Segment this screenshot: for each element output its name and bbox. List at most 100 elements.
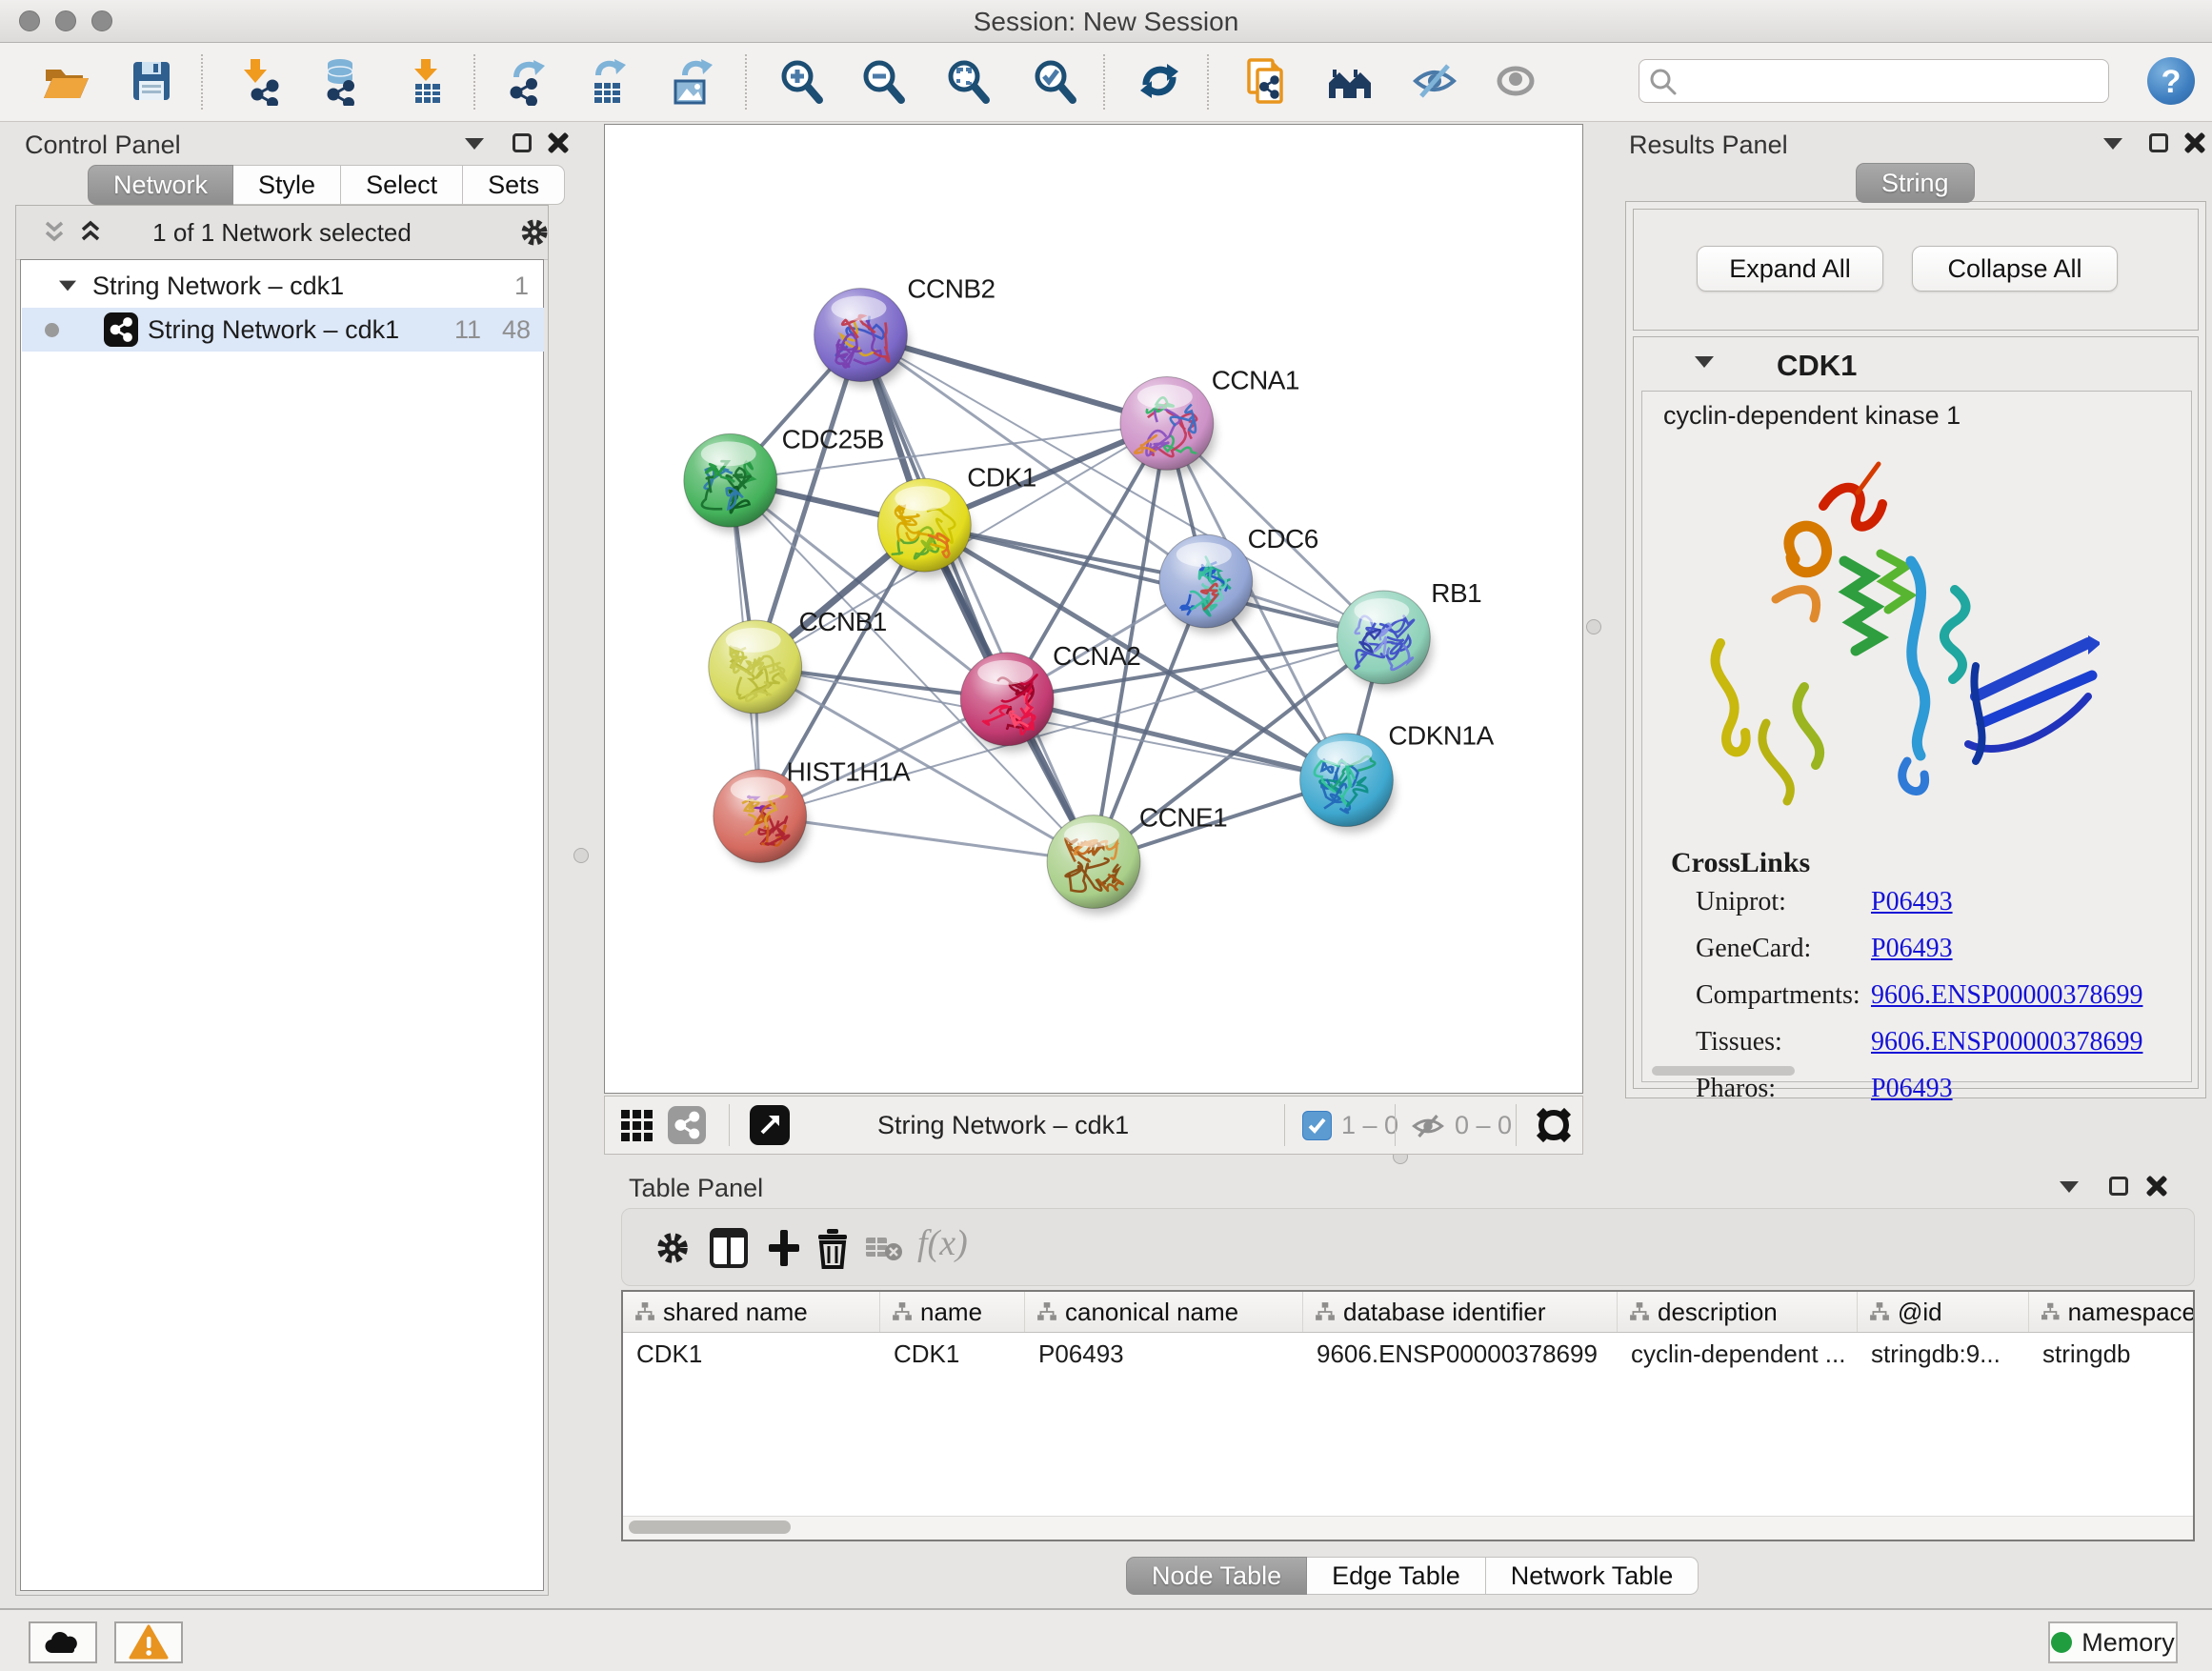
crosslink-link[interactable]: P06493 (1871, 1074, 1953, 1104)
memory-button[interactable]: Memory (2048, 1621, 2178, 1663)
toolbar-search-field[interactable] (1639, 59, 2109, 103)
control-panel-close-icon[interactable] (547, 131, 570, 154)
window-titlebar: Session: New Session (0, 0, 2212, 43)
node-table[interactable]: shared namenamecanonical namedatabase id… (621, 1290, 2195, 1541)
crosslink-row: Pharos:P06493 (1696, 1074, 2182, 1104)
table-panel-float-icon[interactable] (2109, 1177, 2128, 1196)
hide-selected-button[interactable] (1409, 56, 1460, 108)
zoom-fit-button[interactable] (942, 56, 994, 108)
result-entry-header[interactable]: CDK1 (1634, 337, 2198, 391)
graph-node-RB1[interactable]: RB1 (1337, 578, 1481, 690)
graph-node-CCNE1[interactable]: CCNE1 (1047, 803, 1227, 915)
graph-node-CCNA1[interactable]: CCNA1 (1120, 365, 1299, 475)
collapse-all-button[interactable]: Collapse All (1912, 246, 2118, 292)
zoom-out-button[interactable] (857, 56, 909, 108)
control-panel-collapse-icon[interactable] (465, 138, 484, 150)
results-panel-collapse-icon[interactable] (2103, 138, 2122, 150)
table-horizontal-scrollbar[interactable] (623, 1516, 2193, 1540)
export-table-to-file-button[interactable] (582, 56, 633, 108)
open-view-icon[interactable] (750, 1105, 790, 1145)
column-header-shared-name[interactable]: shared name (623, 1292, 880, 1332)
export-image-button[interactable] (667, 56, 718, 108)
graph-node-HIST1H1A[interactable]: HIST1H1A (714, 757, 911, 869)
tab-select[interactable]: Select (341, 165, 463, 205)
network-row-selected[interactable]: String Network – cdk1 11 48 (22, 308, 544, 352)
table-panel-collapse-icon[interactable] (2060, 1181, 2079, 1193)
network-graph[interactable]: CCNB2CCNA1CDC25BCDK1CDC6RB1CCNB1CCNA2CDK… (605, 125, 1582, 1097)
crosslink-link[interactable]: 9606.ENSP00000378699 (1871, 1027, 2142, 1057)
tab-node-table[interactable]: Node Table (1126, 1557, 1307, 1595)
tab-network[interactable]: Network (88, 165, 233, 205)
cloud-button[interactable] (29, 1621, 97, 1663)
column-header-name[interactable]: name (880, 1292, 1025, 1332)
tree-expander-icon[interactable] (59, 281, 76, 292)
zoom-selected-button[interactable] (1029, 56, 1080, 108)
birdseye-grid-icon[interactable] (620, 1109, 654, 1143)
table-body: CDK1CDK1P064939606.ENSP00000378699cyclin… (623, 1333, 2193, 1375)
tab-string[interactable]: String (1856, 163, 1975, 203)
apply-layout-button[interactable] (1134, 56, 1185, 108)
import-table-icon (402, 56, 452, 106)
right-splitter-handle[interactable] (1586, 619, 1601, 634)
network-share-icon[interactable] (668, 1106, 706, 1144)
add-column-plus-icon[interactable] (763, 1226, 805, 1270)
node-label-CCNB1: CCNB1 (799, 607, 887, 636)
network-canvas[interactable]: CCNB2CCNA1CDC25BCDK1CDC6RB1CCNB1CCNA2CDK… (604, 124, 1583, 1094)
show-hidden-button[interactable] (1490, 56, 1541, 108)
tab-sets[interactable]: Sets (463, 165, 565, 205)
graph-node-CCNB1[interactable]: CCNB1 (709, 607, 887, 719)
graph-node-CCNB2[interactable]: CCNB2 (814, 274, 995, 388)
open-folder-icon (41, 56, 90, 106)
control-panel-float-icon[interactable] (513, 133, 532, 152)
column-header-database-identifier[interactable]: database identifier (1303, 1292, 1618, 1332)
crosslink-link[interactable]: P06493 (1871, 934, 1953, 964)
results-panel-close-icon[interactable] (2183, 131, 2206, 154)
network-list-header: 1 of 1 Network selected (16, 206, 548, 260)
export-network-to-file-button[interactable] (500, 56, 552, 108)
left-splitter-handle[interactable] (573, 848, 589, 863)
table-row[interactable]: CDK1CDK1P064939606.ENSP00000378699cyclin… (623, 1333, 2193, 1375)
column-header-namespace[interactable]: namespace (2029, 1292, 2195, 1332)
table-gear-icon[interactable] (653, 1228, 693, 1268)
table-cell: CDK1 (623, 1333, 880, 1375)
results-panel-float-icon[interactable] (2149, 133, 2168, 152)
import-table-from-file-button[interactable] (401, 56, 452, 108)
results-scrollbar-thumb[interactable] (1652, 1066, 1795, 1076)
open-session-button[interactable] (40, 56, 91, 108)
warning-button[interactable] (114, 1621, 183, 1663)
tab-network-table[interactable]: Network Table (1486, 1557, 1699, 1595)
save-session-button[interactable] (126, 56, 177, 108)
table-panel-close-icon[interactable] (2145, 1175, 2168, 1198)
search-input[interactable] (1683, 63, 2097, 99)
column-header-description[interactable]: description (1618, 1292, 1858, 1332)
network-selection-status: 1 of 1 Network selected (16, 218, 548, 248)
selected-checkbox[interactable] (1302, 1111, 1332, 1140)
graph-node-CDKN1A[interactable]: CDKN1A (1300, 721, 1495, 833)
delete-column-trash-icon[interactable] (813, 1225, 853, 1271)
network-collection-row[interactable]: String Network – cdk1 1 (22, 264, 544, 308)
node-label-CCNE1: CCNE1 (1139, 803, 1227, 833)
column-header--id[interactable]: @id (1858, 1292, 2029, 1332)
table-scrollbar-thumb[interactable] (629, 1520, 791, 1534)
node-label-RB1: RB1 (1431, 578, 1481, 608)
crosslink-link[interactable]: 9606.ENSP00000378699 (1871, 980, 2142, 1011)
graph-node-CDC25B[interactable]: CDC25B (684, 424, 884, 533)
column-header-canonical-name[interactable]: canonical name (1025, 1292, 1303, 1332)
move-crosshair-icon[interactable] (1533, 1104, 1575, 1146)
graph-node-CDK1[interactable]: CDK1 (877, 462, 1036, 577)
zoom-in-button[interactable] (775, 56, 827, 108)
show-all-button[interactable] (1324, 56, 1376, 108)
import-network-from-database-button[interactable] (313, 56, 365, 108)
toolbar-separator (745, 54, 747, 110)
expand-all-button[interactable]: Expand All (1697, 246, 1883, 292)
help-button[interactable]: ? (2147, 57, 2195, 105)
columns-icon[interactable] (708, 1226, 750, 1270)
tab-style[interactable]: Style (233, 165, 341, 205)
gear-icon[interactable] (517, 215, 552, 250)
network-view-title: String Network – cdk1 (877, 1111, 1129, 1140)
crosslink-link[interactable]: P06493 (1871, 887, 1953, 917)
tab-edge-table[interactable]: Edge Table (1307, 1557, 1486, 1595)
copy-network-button[interactable] (1239, 56, 1291, 108)
import-network-from-file-button[interactable] (233, 56, 285, 108)
entry-expander-icon[interactable] (1695, 356, 1714, 368)
